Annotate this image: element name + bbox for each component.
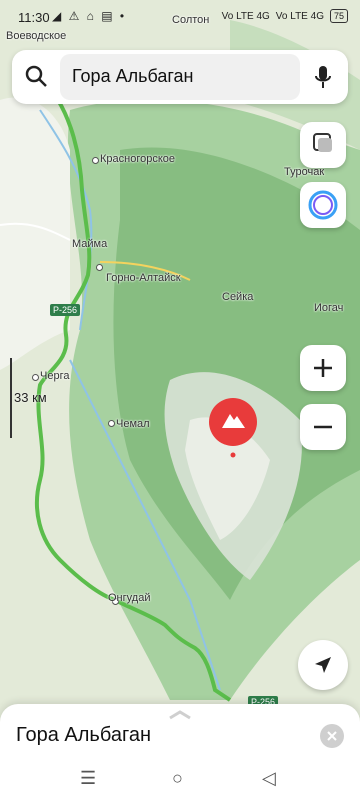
- place-label[interactable]: Сейка: [222, 291, 253, 303]
- place-dot: [108, 420, 115, 427]
- place-label[interactable]: Солтон: [172, 14, 209, 26]
- menu-icon[interactable]: ☰: [80, 768, 96, 789]
- layers-button[interactable]: [300, 122, 346, 168]
- zoom-out-button[interactable]: [300, 404, 346, 450]
- place-dot: [96, 264, 103, 271]
- place-label[interactable]: Воеводское: [6, 30, 66, 42]
- home-icon[interactable]: ○: [172, 768, 183, 789]
- microphone-icon[interactable]: [312, 64, 334, 90]
- status-icons-right: Vo LTE 4G Vo LTE 4G 75: [222, 9, 348, 23]
- layers-icon: [313, 133, 332, 152]
- back-icon[interactable]: ◁: [262, 768, 276, 789]
- network-indicator-2: Vo LTE 4G: [275, 10, 324, 22]
- scale-bar: [10, 358, 12, 438]
- zoom-in-button[interactable]: [300, 345, 346, 391]
- search-bar[interactable]: Гора Альбаган: [12, 50, 348, 104]
- battery-icon: 75: [329, 9, 348, 23]
- alice-assistant-button[interactable]: [300, 182, 346, 228]
- place-title: Гора Альбаган: [16, 724, 151, 746]
- status-time: 11:30: [18, 10, 50, 25]
- system-nav-bar: ☰ ○ ◁: [0, 760, 360, 800]
- notification-icons: ◢ ⚠ ⌂ ▤ •: [52, 9, 127, 23]
- close-button[interactable]: [320, 724, 344, 748]
- place-label[interactable]: Чемал: [116, 418, 150, 430]
- place-label[interactable]: Майма: [72, 238, 107, 250]
- network-indicator-1: Vo LTE 4G: [221, 10, 270, 22]
- plus-icon: [314, 359, 332, 377]
- road-badge: Р-256: [50, 304, 81, 316]
- place-dot: [32, 374, 39, 381]
- alice-assistant-icon: [308, 190, 338, 220]
- place-label[interactable]: Красногорское: [100, 153, 175, 165]
- place-dot: [92, 157, 99, 164]
- scale-label: 33 км: [14, 390, 47, 405]
- search-icon[interactable]: [24, 64, 48, 88]
- close-icon: [327, 731, 337, 741]
- minus-icon: [314, 425, 332, 429]
- search-input[interactable]: Гора Альбаган: [72, 66, 194, 87]
- place-label[interactable]: Иогач: [314, 302, 343, 314]
- place-label[interactable]: Горно-Алтайск: [106, 272, 181, 284]
- place-label[interactable]: Онгудай: [108, 592, 150, 604]
- chevron-up-icon[interactable]: [168, 710, 192, 720]
- mountain-pin-icon[interactable]: [208, 398, 258, 458]
- navigation-arrow-icon: [315, 657, 331, 673]
- locate-me-button[interactable]: [298, 640, 348, 690]
- place-label[interactable]: Черга: [40, 370, 69, 382]
